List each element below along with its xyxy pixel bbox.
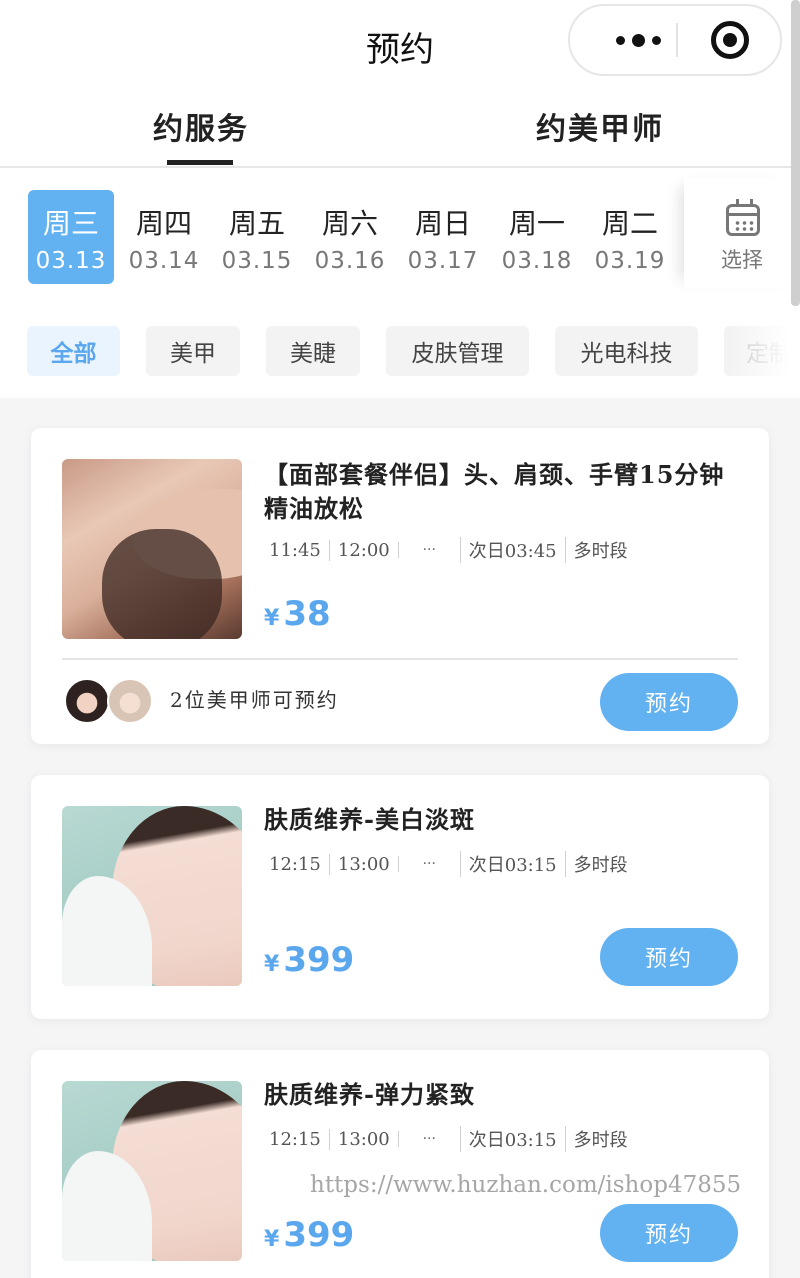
time-slots: 11:45 12:00 ··· 次日03:45 多时段	[261, 535, 636, 565]
date-value: 03.17	[407, 248, 479, 274]
tabs-divider	[0, 166, 800, 168]
time-slot: 12:15	[269, 1128, 321, 1150]
tab-services[interactable]: 约服务	[153, 104, 249, 148]
capsule-divider	[676, 23, 678, 57]
calendar-icon	[726, 199, 760, 236]
date-weekday: 周六	[321, 207, 378, 240]
time-slot: 次日03:15	[459, 851, 565, 877]
mini-program-capsule	[568, 4, 782, 76]
service-image	[62, 459, 242, 639]
date-item-0313[interactable]: 周三 03.13	[28, 190, 114, 284]
avatar	[64, 678, 110, 724]
time-slots: 12:15 13:00 ··· 次日03:15 多时段	[261, 849, 636, 879]
time-slot-multi: 多时段	[564, 1126, 636, 1152]
book-button[interactable]: 预约	[600, 1204, 738, 1262]
avatar	[107, 678, 153, 724]
time-slots: 12:15 13:00 ··· 次日03:15 多时段	[261, 1124, 636, 1154]
currency-symbol: ¥	[264, 1227, 280, 1252]
date-weekday: 周三	[42, 207, 99, 240]
service-card[interactable]: 【面部套餐伴侣】头、肩颈、手臂15分钟精油放松 11:45 12:00 ··· …	[31, 428, 769, 744]
category-all[interactable]: 全部	[27, 326, 120, 376]
price-value: 399	[283, 1215, 355, 1255]
service-image	[62, 806, 242, 986]
navbar: 预约	[0, 0, 800, 86]
category-skin[interactable]: 皮肤管理	[386, 326, 529, 376]
service-card[interactable]: 肤质维养-美白淡斑 12:15 13:00 ··· 次日03:15 多时段 ¥3…	[31, 775, 769, 1019]
service-image	[62, 1081, 242, 1261]
date-value: 03.13	[35, 248, 107, 274]
time-slot: 次日03:45	[459, 537, 565, 563]
book-button[interactable]: 预约	[600, 673, 738, 731]
time-slot-multi: 多时段	[564, 537, 636, 563]
date-item-0318[interactable]: 周一 03.18	[494, 190, 580, 284]
book-button[interactable]: 预约	[600, 928, 738, 986]
price-value: 38	[283, 594, 331, 634]
date-weekday: 周日	[414, 207, 471, 240]
time-slot: 12:00	[328, 539, 398, 561]
date-select-button[interactable]: 选择	[684, 178, 800, 288]
time-slot: 12:15	[269, 853, 321, 875]
time-slot: 11:45	[269, 539, 321, 561]
service-price: ¥399	[264, 940, 354, 980]
service-title: 肤质维养-美白淡斑	[264, 805, 475, 834]
time-slot-ellipsis: ···	[397, 542, 460, 558]
date-item-0319[interactable]: 周二 03.19	[587, 190, 673, 284]
time-slot: 次日03:15	[459, 1126, 565, 1152]
date-value: 03.14	[128, 248, 200, 274]
date-item-0315[interactable]: 周五 03.15	[214, 190, 300, 284]
date-weekday: 周二	[601, 207, 658, 240]
tab-active-indicator	[167, 160, 233, 165]
watermark: https://www.huzhan.com/ishop47855	[310, 1172, 742, 1198]
date-value: 03.18	[501, 248, 573, 274]
date-select-label: 选择	[721, 248, 763, 272]
more-icon[interactable]	[598, 6, 678, 74]
currency-symbol: ¥	[264, 952, 280, 977]
service-price: ¥399	[264, 1215, 354, 1255]
time-slot-ellipsis: ···	[397, 856, 460, 872]
date-item-0314[interactable]: 周四 03.14	[121, 190, 207, 284]
card-divider	[62, 658, 738, 660]
time-slot: 13:00	[328, 1128, 398, 1150]
service-card[interactable]: 肤质维养-弹力紧致 12:15 13:00 ··· 次日03:15 多时段 ¥3…	[31, 1050, 769, 1278]
category-optical[interactable]: 光电科技	[555, 326, 698, 376]
date-weekday: 周五	[228, 207, 285, 240]
time-slot-ellipsis: ···	[397, 1131, 460, 1147]
scrollbar[interactable]	[791, 0, 800, 306]
close-target-icon[interactable]	[711, 21, 749, 59]
date-weekday: 周一	[508, 207, 565, 240]
service-title: 肤质维养-弹力紧致	[264, 1080, 475, 1109]
technician-availability: 2位美甲师可预约	[170, 688, 339, 712]
tab-technicians[interactable]: 约美甲师	[536, 104, 664, 148]
date-value: 03.19	[594, 248, 666, 274]
date-value: 03.16	[314, 248, 386, 274]
service-price: ¥38	[264, 594, 331, 634]
date-item-0316[interactable]: 周六 03.16	[307, 190, 393, 284]
date-weekday: 周四	[135, 207, 192, 240]
price-value: 399	[283, 940, 355, 980]
time-slot: 13:00	[328, 853, 398, 875]
category-nails[interactable]: 美甲	[146, 326, 240, 376]
category-fade-overlay	[730, 318, 800, 384]
date-value: 03.15	[221, 248, 293, 274]
time-slot-multi: 多时段	[564, 851, 636, 877]
category-lashes[interactable]: 美睫	[266, 326, 360, 376]
service-title: 【面部套餐伴侣】头、肩颈、手臂15分钟精油放松	[264, 460, 725, 523]
date-item-0317[interactable]: 周日 03.17	[400, 190, 486, 284]
currency-symbol: ¥	[264, 606, 280, 631]
